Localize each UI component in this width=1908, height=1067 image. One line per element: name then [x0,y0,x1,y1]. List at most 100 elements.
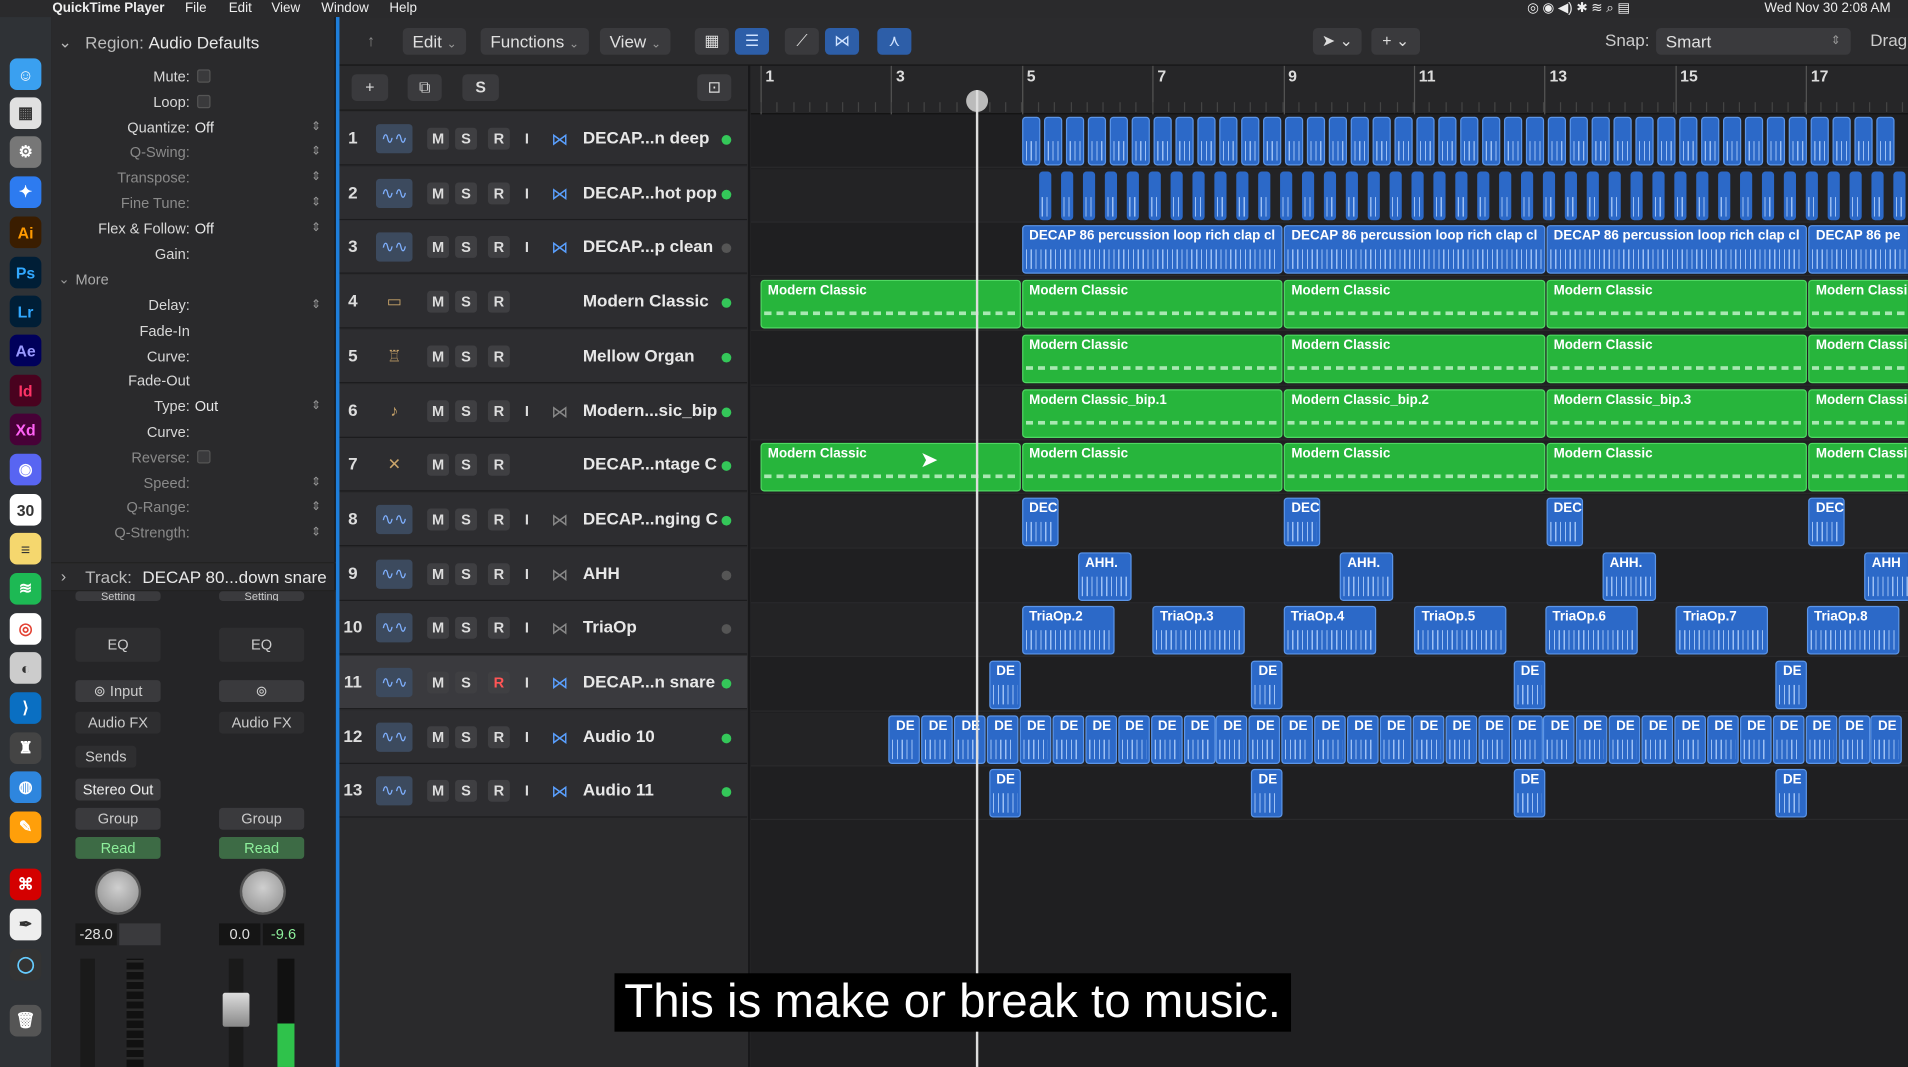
region[interactable]: DE [1281,714,1314,764]
solo-button[interactable]: S [455,671,477,694]
track-activity-indicator[interactable] [721,189,732,200]
record-arm-button[interactable]: R [487,127,510,150]
region[interactable]: DE [921,714,954,764]
stepper-icon[interactable]: ⇕ [311,192,321,214]
region[interactable] [1175,116,1194,166]
edit-menu[interactable]: Edit ⌄ [402,27,467,55]
mute-button[interactable]: M [427,725,449,748]
track-name[interactable]: Audio 10 [583,726,655,745]
region[interactable] [1783,171,1796,220]
region[interactable] [1104,171,1117,220]
inspector-row[interactable]: Curve: [51,345,336,367]
region[interactable] [1810,116,1829,166]
region[interactable] [1109,116,1128,166]
region[interactable] [1038,171,1052,220]
inspector-row[interactable]: Transpose: ⇕ [51,167,336,189]
track-header-row[interactable]: 11 ∿∿ M S R I ⋈ DECAP...n snare [339,655,748,710]
region[interactable]: Modern Classic [1021,279,1283,329]
photoshop-icon[interactable]: Ps [9,256,42,289]
status-icons[interactable]: ◎ ◉ ◀) ✱ ≋ ⌕ ▤ [1527,0,1630,17]
region[interactable] [1674,171,1687,220]
flex-toggle-icon[interactable]: ⋈ [549,400,571,422]
flex-toggle-icon[interactable]: ⋈ [549,563,571,585]
flex-toggle-icon[interactable]: ⋈ [549,128,571,150]
region[interactable] [1323,171,1336,220]
region[interactable]: DE [1674,714,1706,764]
region[interactable] [1438,116,1457,166]
region[interactable] [1805,171,1818,220]
solo-button[interactable]: S [455,345,477,368]
region[interactable]: DE [1019,714,1052,764]
region[interactable]: DE [1805,714,1837,764]
flex-toggle-icon[interactable]: ⋈ [549,617,571,639]
region[interactable] [1700,116,1720,166]
region[interactable] [1416,116,1435,166]
stepper-icon[interactable]: ⇕ [311,396,321,418]
track-header-row[interactable]: 10 ∿∿ M S R I ⋈ TriaOp [339,601,748,655]
record-arm-button[interactable]: R [487,290,510,313]
more-section-header[interactable]: ⌄ More [51,269,336,291]
region[interactable] [1345,171,1358,220]
mute-button[interactable]: M [427,236,449,259]
region[interactable]: DE [1216,714,1248,764]
setting-button-left[interactable]: Setting [75,591,161,602]
mute-button[interactable]: M [427,399,449,422]
region[interactable]: DE [1085,714,1117,764]
region[interactable] [1871,171,1884,220]
region[interactable] [1367,171,1380,220]
region[interactable]: Modern Classic_bip.3 [1546,388,1808,438]
track-header-row[interactable]: 8 ∿∿ M S R I ⋈ DECAP...nging C [339,492,748,547]
region[interactable] [1613,116,1632,166]
safari-icon[interactable]: ✦ [9,176,42,209]
eq-button-right[interactable]: EQ [219,627,305,662]
record-arm-button[interactable]: R [487,671,510,694]
region[interactable] [1043,116,1063,166]
region[interactable] [1021,116,1041,166]
region[interactable]: Modern Classi [1808,443,1908,492]
region[interactable] [1262,116,1282,166]
solo-button[interactable]: S [455,182,477,205]
snap-select[interactable]: Smart ⇕ [1656,27,1851,55]
region[interactable] [1695,171,1709,220]
region[interactable] [1236,171,1249,220]
region[interactable] [1849,171,1862,220]
region[interactable] [1433,171,1446,220]
region[interactable]: Modern Classic [760,279,1021,329]
region[interactable] [1893,171,1906,220]
inspector-row-value[interactable]: Off [195,218,214,240]
global-tracks-icon[interactable]: ⊡ [697,74,732,101]
solo-button[interactable]: S [455,508,477,531]
record-arm-button[interactable]: R [487,399,510,422]
region[interactable] [1065,116,1084,166]
discord-icon[interactable]: ◉ [9,453,42,486]
track-activity-indicator[interactable] [721,570,732,580]
mute-button[interactable]: M [427,182,449,205]
track-name[interactable]: DECAP...nging C [583,508,718,527]
region[interactable] [1060,171,1073,220]
region[interactable]: TriaOp.4 [1283,606,1376,655]
input-monitor-button[interactable]: I [516,780,538,802]
disclosure-chevron-icon[interactable]: ⌄ [58,269,69,291]
solo-button[interactable]: S [455,454,477,476]
inspector-row[interactable]: Loop: [51,91,336,113]
menu-help[interactable]: Help [389,0,417,17]
region[interactable]: TriaOp.7 [1675,606,1769,655]
track-header-row[interactable]: 3 ∿∿ M S R I ⋈ DECAP...p clean [339,220,748,275]
track-name[interactable]: Modern...sic_bip [583,400,717,419]
track-header-row[interactable]: 9 ∿∿ M S R I ⋈ AHH [339,546,748,601]
track-activity-indicator[interactable] [721,135,732,145]
input-monitor-button[interactable]: I [516,400,538,422]
track-name[interactable]: Mellow Organ [583,345,695,364]
solo-button[interactable]: S [455,236,477,259]
region[interactable]: TriaOp.6 [1545,606,1638,655]
region[interactable]: TriaOp.8 [1806,606,1900,655]
menu-clock[interactable]: Wed Nov 30 2:08 AM [1764,0,1890,17]
inspector-row[interactable]: Mute: [51,66,336,88]
track-name[interactable]: DECAP...p clean [583,236,713,255]
inspector-row[interactable]: Flex & Follow: Off ⇕ [51,218,336,240]
region[interactable]: DE [1543,714,1576,764]
region[interactable] [1722,116,1741,166]
track-header-row[interactable]: 1 ∿∿ M S R I ⋈ DECAP...n deep [339,111,748,166]
mute-button[interactable]: M [427,290,449,313]
region[interactable] [1455,171,1468,220]
